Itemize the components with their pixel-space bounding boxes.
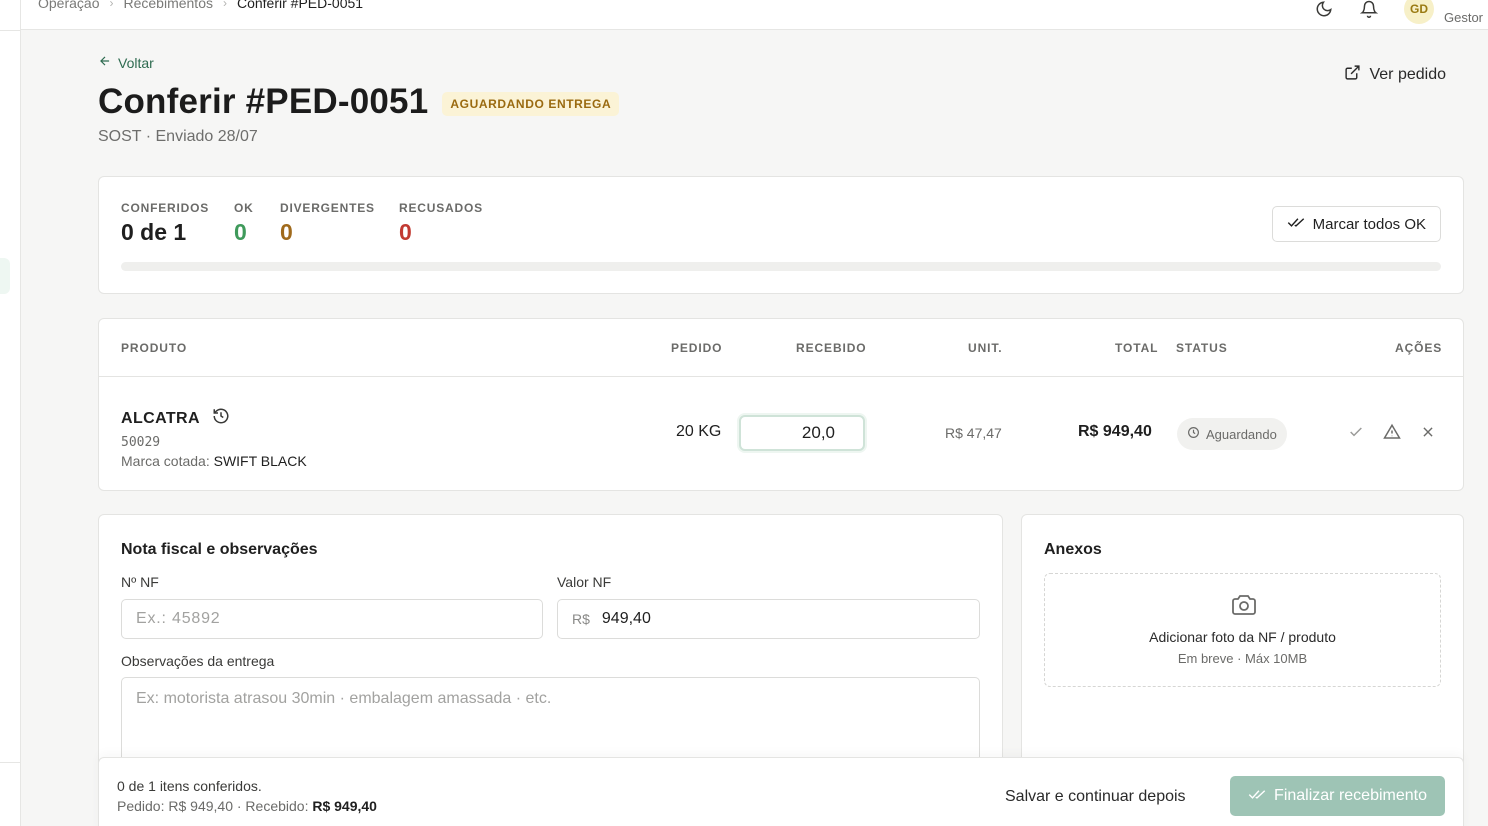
- user-role: Gestor: [1444, 10, 1484, 25]
- nf-number-input[interactable]: Ex.: 45892: [121, 599, 543, 639]
- stat-ok: OK 0: [234, 201, 254, 246]
- obs-label: Observações da entrega: [121, 653, 275, 669]
- stat-label: OK: [234, 201, 254, 215]
- col-total: TOTAL: [1115, 341, 1159, 355]
- table-header: PRODUTO PEDIDO RECEBIDO UNIT. TOTAL STAT…: [99, 319, 1463, 377]
- stat-conferidos: CONFERIDOS 0 de 1: [121, 201, 209, 246]
- footer-received-total: R$ 949,40: [312, 798, 377, 814]
- history-icon[interactable]: [212, 407, 230, 430]
- view-order-link[interactable]: Ver pedido: [1344, 64, 1446, 86]
- mark-all-label: Marcar todos OK: [1312, 215, 1426, 233]
- brand-value: SWIFT BLACK: [213, 453, 307, 469]
- breadcrumb-current: Conferir #PED-0051: [236, 0, 364, 11]
- col-recebido: RECEBIDO: [796, 341, 867, 355]
- status-badge: AGUARDANDO ENTREGA: [442, 92, 620, 116]
- product-brand: Marca cotada: SWIFT BLACK: [121, 453, 307, 469]
- row-total: R$ 949,40: [1078, 423, 1152, 440]
- nf-value: 949,40: [601, 610, 651, 627]
- stat-value: 0: [399, 219, 412, 245]
- double-check-icon: [1248, 787, 1266, 806]
- double-check-icon: [1287, 215, 1305, 233]
- table-row: ALCATRA 50029 Marca cotada: SWIFT BLACK …: [99, 377, 1463, 491]
- clock-icon: [1187, 426, 1200, 442]
- chevron-right-icon: ›: [109, 0, 114, 10]
- col-status: STATUS: [1176, 341, 1228, 355]
- brand-label: Marca cotada:: [121, 453, 210, 469]
- back-link[interactable]: Voltar: [98, 54, 154, 71]
- sidebar-active-indicator[interactable]: [0, 258, 10, 294]
- back-label: Voltar: [118, 54, 154, 71]
- invoice-title: Nota fiscal e observações: [121, 541, 318, 558]
- warning-icon[interactable]: [1383, 423, 1401, 441]
- footer-count: 0 de 1 itens conferidos.: [117, 778, 262, 794]
- page-title: Conferir #PED-0051: [98, 82, 429, 121]
- breadcrumb-recebimentos[interactable]: Recebimentos: [123, 0, 213, 11]
- nf-number-placeholder: Ex.: 45892: [136, 610, 221, 627]
- external-link-icon: [1344, 64, 1361, 86]
- stat-value: 0 de 1: [121, 219, 187, 245]
- col-pedido: PEDIDO: [671, 341, 723, 355]
- bell-icon[interactable]: [1359, 0, 1379, 19]
- progress-bar: [121, 262, 1441, 271]
- chevron-right-icon: ›: [222, 0, 227, 10]
- footer-bar: 0 de 1 itens conferidos. Pedido: R$ 949,…: [98, 757, 1464, 826]
- col-acoes: AÇÕES: [1395, 341, 1443, 355]
- sidebar: [0, 0, 21, 826]
- row-status-pill: Aguardando: [1177, 418, 1287, 450]
- dropzone-label: Adicionar foto da NF / produto: [1149, 629, 1336, 645]
- arrow-left-icon: [98, 54, 112, 71]
- attachment-dropzone[interactable]: Adicionar foto da NF / produto Em breve …: [1044, 573, 1441, 687]
- stat-recusados: RECUSADOS 0: [399, 201, 483, 246]
- sidebar-divider: [0, 30, 20, 31]
- stat-value: 0: [280, 219, 293, 245]
- col-unit: UNIT.: [968, 341, 1003, 355]
- topbar: Operação › Recebimentos › Conferir #PED-…: [21, 0, 1488, 30]
- mark-all-ok-button[interactable]: Marcar todos OK: [1271, 206, 1441, 242]
- nf-number-label: Nº NF: [121, 574, 159, 590]
- finalize-button[interactable]: Finalizar recebimento: [1230, 776, 1445, 816]
- attachments-title: Anexos: [1044, 541, 1102, 558]
- nf-value-input[interactable]: R$ 949,40: [557, 599, 980, 639]
- obs-placeholder: Ex: motorista atrasou 30min · embalagem …: [136, 690, 552, 707]
- footer-totals: Pedido: R$ 949,40 · Recebido: R$ 949,40: [117, 798, 377, 814]
- stat-divergentes: DIVERGENTES 0: [280, 201, 375, 246]
- received-qty-input[interactable]: 20,0: [739, 415, 865, 451]
- sidebar-divider: [0, 762, 20, 763]
- page-subtitle: SOST · Enviado 28/07: [98, 128, 258, 145]
- ordered-qty: 20 KG: [676, 423, 722, 440]
- unit-price: R$ 47,47: [945, 425, 1002, 441]
- col-produto: PRODUTO: [121, 341, 188, 355]
- check-icon[interactable]: [1347, 423, 1365, 441]
- row-status-label: Aguardando: [1206, 426, 1277, 442]
- avatar[interactable]: GD: [1404, 0, 1434, 24]
- save-later-button[interactable]: Salvar e continuar depois: [1005, 788, 1186, 806]
- nf-value-label: Valor NF: [557, 574, 612, 590]
- summary-card: CONFERIDOS 0 de 1 OK 0 DIVERGENTES 0 REC…: [98, 176, 1464, 294]
- dropzone-hint: Em breve · Máx 10MB: [1177, 651, 1308, 666]
- breadcrumb-operacao[interactable]: Operação: [38, 0, 99, 11]
- product-name: ALCATRA: [121, 407, 230, 430]
- moon-icon[interactable]: [1314, 0, 1334, 19]
- row-actions: [1347, 423, 1437, 441]
- stat-label: CONFERIDOS: [121, 201, 210, 215]
- close-icon[interactable]: [1419, 423, 1437, 441]
- items-table: PRODUTO PEDIDO RECEBIDO UNIT. TOTAL STAT…: [98, 318, 1464, 491]
- view-order-label: Ver pedido: [1369, 66, 1446, 83]
- stat-value: 0: [234, 219, 247, 245]
- stat-label: RECUSADOS: [399, 201, 483, 215]
- footer-totals-prefix: Pedido: R$ 949,40 · Recebido:: [117, 798, 309, 814]
- finalize-label: Finalizar recebimento: [1274, 787, 1427, 804]
- stat-label: DIVERGENTES: [280, 201, 375, 215]
- product-code: 50029: [121, 435, 161, 450]
- camera-icon: [1231, 594, 1257, 621]
- currency-prefix: R$: [572, 611, 590, 627]
- breadcrumb: Operação › Recebimentos › Conferir #PED-…: [38, 0, 363, 11]
- product-name-label: ALCATRA: [121, 409, 200, 427]
